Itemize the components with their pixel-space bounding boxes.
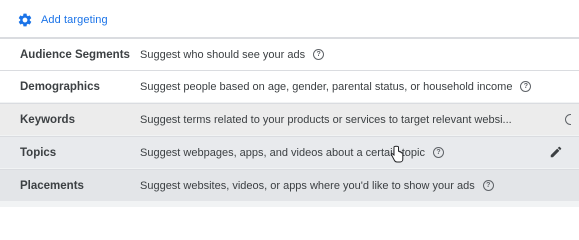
row-name: Audience Segments [20,48,130,61]
targeting-row-placements[interactable]: Placements Suggest websites, videos, or … [0,169,579,201]
help-icon[interactable]: ? [313,49,325,60]
row-name: Keywords [20,113,75,126]
help-icon[interactable]: ? [482,180,494,191]
row-description-text: Suggest webpages, apps, and videos about… [140,146,425,159]
row-name: Topics [20,146,57,159]
pencil-icon[interactable] [549,145,563,159]
targeting-row-audience-segments[interactable]: Audience Segments Suggest who should see… [0,38,579,70]
row-description-text: Suggest terms related to your products o… [140,113,512,126]
targeting-header: Add targeting [0,0,579,38]
row-name: Placements [20,179,84,192]
help-icon[interactable] [565,114,571,126]
row-description-text: Suggest who should see your ads [140,48,306,61]
targeting-row-demographics[interactable]: Demographics Suggest people based on age… [0,70,579,102]
row-description: Suggest who should see your ads ? [140,48,325,61]
row-description: Suggest terms related to your products o… [140,114,512,126]
targeting-panel: Add targeting Audience Segments Suggest … [0,0,579,207]
help-icon[interactable]: ? [520,81,532,92]
add-targeting-button[interactable]: Add targeting [17,10,108,30]
row-description: Suggest websites, videos, or apps where … [140,180,494,192]
gear-icon [18,13,32,27]
targeting-row-keywords[interactable]: Keywords Suggest terms related to your p… [0,103,579,135]
help-icon[interactable]: ? [432,147,444,158]
add-targeting-label: Add targeting [41,14,108,26]
hand-cursor-icon [390,145,404,163]
row-description: Suggest people based on age, gender, par… [140,80,532,93]
targeting-row-topics[interactable]: Topics Suggest webpages, apps, and video… [0,136,579,168]
row-description-text: Suggest websites, videos, or apps where … [140,179,475,192]
row-name: Demographics [20,80,100,93]
row-description-text: Suggest people based on age, gender, par… [140,80,513,93]
